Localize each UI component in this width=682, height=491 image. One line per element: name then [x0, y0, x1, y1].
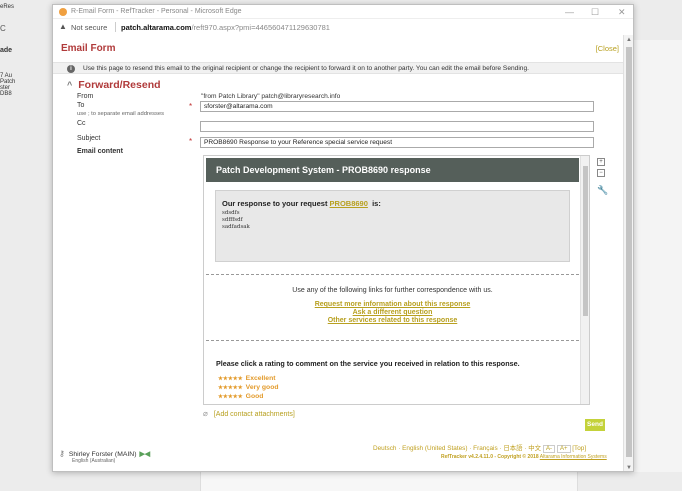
page-title: Email Form: [61, 43, 116, 54]
star-icon: ★★★★★: [218, 385, 243, 391]
user-info[interactable]: ⚷ Shirley Forster (MAIN) ▶◀: [59, 449, 150, 458]
email-form-window: R-Email Form - RefTracker - Personal - M…: [52, 4, 634, 472]
altarama-link[interactable]: Altarama Information Systems: [540, 454, 607, 460]
edge-icon: [59, 8, 67, 16]
body-line: sdsdfs: [222, 210, 240, 216]
key-icon: ⚷: [59, 449, 65, 458]
font-larger-button[interactable]: A+: [556, 445, 571, 453]
email-content-editor[interactable]: Patch Development System - PROB8690 resp…: [203, 155, 590, 405]
expand-button[interactable]: +: [597, 158, 605, 166]
minimize-button[interactable]: —: [565, 7, 574, 17]
scroll-up-icon[interactable]: ▲: [626, 37, 632, 43]
body-line: sdfffsdf: [222, 217, 243, 223]
divider: [206, 274, 579, 275]
window-titlebar: R-Email Form - RefTracker - Personal - M…: [53, 5, 633, 19]
from-value: "from Patch Library" patch@libraryresear…: [201, 93, 341, 100]
divider: [206, 340, 579, 341]
not-secure-label[interactable]: Not secure: [71, 23, 107, 32]
response-panel: Our response to your request PROB8690 is…: [206, 182, 579, 272]
from-label: From: [77, 93, 94, 100]
top-link[interactable]: [Top]: [572, 445, 586, 452]
cc-label: Cc: [77, 120, 86, 127]
page-scrollbar[interactable]: ▲ ▼: [623, 35, 633, 471]
required-mark: *: [189, 102, 193, 111]
other-services-link[interactable]: Other services related to this response: [206, 317, 579, 324]
attachments-row[interactable]: ⌀ [Add contact attachments]: [203, 409, 295, 418]
star-icon: ★★★★★: [218, 376, 243, 382]
wrench-icon[interactable]: 🔧: [597, 185, 608, 196]
background-text: ade: [0, 47, 13, 54]
section-forward-resend[interactable]: ^ Forward/Resend: [67, 79, 161, 91]
response-heading: Our response to your request PROB8690 is…: [222, 199, 381, 208]
url-text[interactable]: patch.altarama.com/reft970.aspx?pmi=4465…: [121, 23, 330, 32]
paperclip-icon: ⌀: [203, 409, 208, 418]
rating-good[interactable]: ★★★★★ Good: [218, 393, 263, 400]
font-smaller-button[interactable]: A-: [542, 445, 555, 453]
request-link[interactable]: PROB8690: [330, 199, 368, 208]
email-header: Patch Development System - PROB8690 resp…: [206, 158, 579, 182]
close-window-button[interactable]: ✕: [618, 7, 626, 18]
background-text: eRes: [0, 4, 15, 10]
response-box: Our response to your request PROB8690 is…: [215, 190, 570, 262]
environment-icon: ▶◀: [139, 451, 150, 458]
to-field[interactable]: sforster@altarama.com: [200, 101, 594, 112]
rating-very-good[interactable]: ★★★★★ Very good: [218, 384, 279, 391]
to-label: To: [77, 102, 85, 109]
content-label: Email content: [77, 148, 123, 155]
rating-excellent[interactable]: ★★★★★ Excellent: [218, 375, 276, 382]
to-hint: use ; to separate email addresses: [77, 111, 165, 117]
address-bar[interactable]: ▲ Not secure patch.altarama.com/reft970.…: [53, 20, 633, 34]
subject-label: Subject: [77, 135, 101, 142]
info-text: Use this page to resend this email to th…: [83, 65, 529, 72]
scroll-down-icon[interactable]: ▼: [626, 465, 632, 471]
info-bar: i Use this page to resend this email to …: [53, 62, 625, 74]
warning-icon[interactable]: ▲: [59, 22, 67, 31]
background-footer: [0, 472, 682, 491]
window-title: R-Email Form - RefTracker - Personal - M…: [71, 8, 242, 15]
ask-question-link[interactable]: Ask a different question: [206, 309, 579, 316]
chevron-up-icon[interactable]: ^: [67, 80, 72, 90]
background-text: DB8: [0, 91, 12, 97]
background-panel: [634, 40, 682, 480]
close-link[interactable]: [Close]: [596, 44, 619, 53]
more-info-link[interactable]: Request more information about this resp…: [206, 301, 579, 308]
editor-scrollbar[interactable]: [580, 156, 589, 404]
collapse-button[interactable]: −: [597, 169, 605, 177]
info-icon: i: [67, 65, 75, 73]
user-locale: English (Australian): [72, 458, 116, 464]
body-line: sadfadsak: [222, 224, 250, 230]
add-attachments-link[interactable]: [Add contact attachments]: [214, 411, 295, 418]
maximize-button[interactable]: ☐: [591, 7, 599, 18]
send-button[interactable]: Send: [585, 419, 605, 431]
links-intro: Use any of the following links for furth…: [292, 287, 493, 294]
required-mark: *: [189, 137, 193, 146]
cc-field[interactable]: [200, 121, 594, 132]
background-text: C: [0, 24, 6, 33]
rating-heading: Please click a rating to comment on the …: [216, 359, 520, 368]
copyright: RefTracker v4.2.4.11.0 - Copyright © 201…: [441, 454, 607, 460]
language-links[interactable]: Deutsch · English (United States) · Fran…: [373, 443, 586, 453]
page-content: Email Form [Close] i Use this page to re…: [53, 35, 625, 471]
subject-field[interactable]: PROB8690 Response to your Reference spec…: [200, 137, 594, 148]
scrollbar-thumb[interactable]: [626, 47, 632, 457]
star-icon: ★★★★★: [218, 394, 243, 400]
